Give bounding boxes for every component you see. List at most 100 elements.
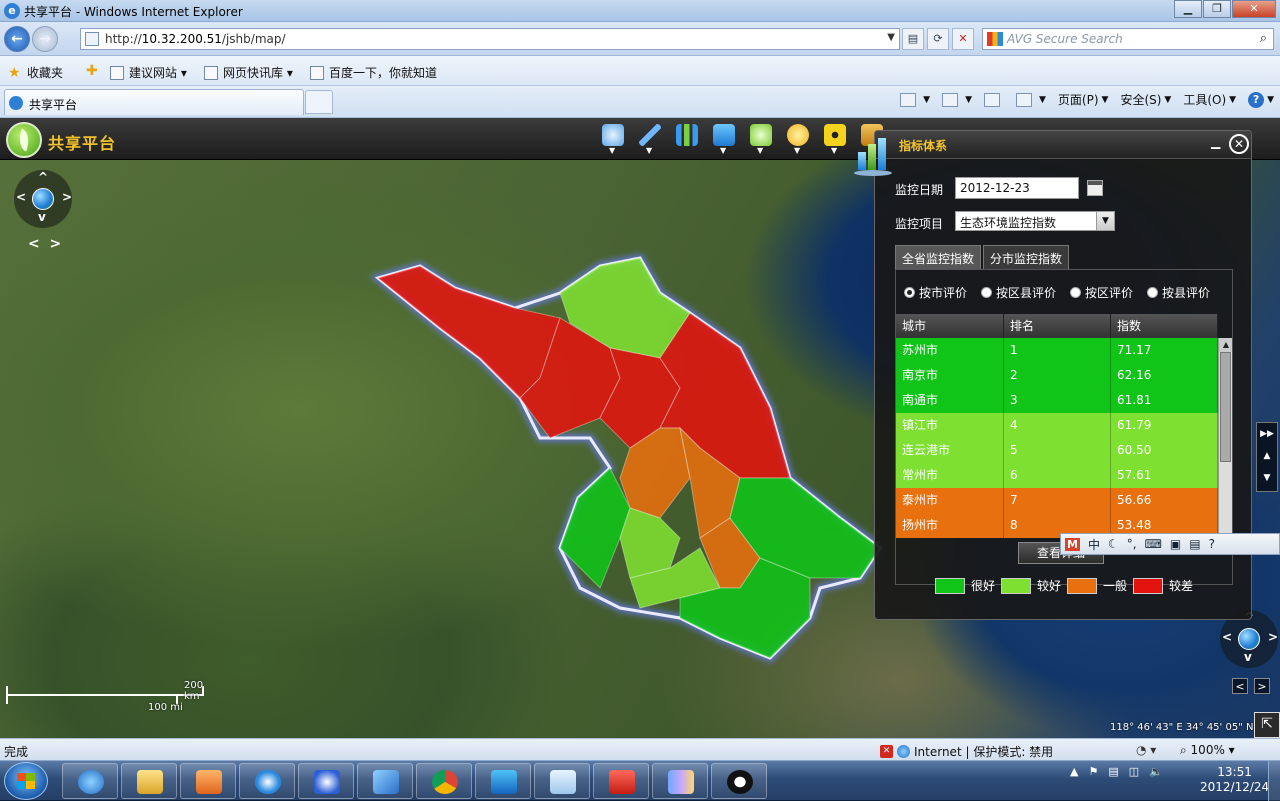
taskbar-explorer[interactable]: [121, 763, 177, 799]
date-input[interactable]: 2012-12-23: [955, 177, 1079, 199]
ime-language[interactable]: 中: [1088, 536, 1100, 553]
plane-tool[interactable]: ▼: [742, 122, 779, 156]
item-select[interactable]: 生态环境监控指数 ▼: [955, 211, 1115, 231]
show-desktop-button[interactable]: [1268, 761, 1280, 801]
action-center-icon[interactable]: ◫: [1129, 765, 1139, 778]
pan-left-icon[interactable]: <: [16, 190, 26, 204]
maximize-button[interactable]: ❐: [1203, 0, 1231, 18]
table-row[interactable]: 镇江市 4 61.79: [896, 413, 1218, 438]
mail-button[interactable]: [983, 92, 1004, 107]
tab-city-index[interactable]: 分市监控指数: [983, 245, 1070, 269]
panel-minimize-button[interactable]: ▁: [1211, 135, 1220, 149]
fav-item-webslice[interactable]: 网页快讯库 ▾: [204, 64, 293, 81]
feeds-button[interactable]: ▼: [942, 92, 972, 107]
minimize-button[interactable]: ▁: [1174, 0, 1202, 18]
radiation-tool[interactable]: ▼: [816, 122, 853, 156]
radio-by-city[interactable]: 按市评价: [904, 284, 967, 301]
fav-item-baidu[interactable]: 百度一下，你就知道: [310, 64, 437, 81]
zoom-level[interactable]: ⌕ 100% ▾: [1180, 743, 1235, 758]
home-button[interactable]: ▼: [900, 92, 930, 107]
network-icon[interactable]: ▤: [1108, 765, 1118, 778]
pan-right-icon[interactable]: >: [62, 190, 72, 204]
tools-icon[interactable]: ▤: [1189, 537, 1200, 551]
search-icon[interactable]: ⌕: [1260, 31, 1267, 46]
print-button[interactable]: ▼: [1015, 92, 1046, 107]
panel-header[interactable]: 指标体系 ▁ ✕: [875, 131, 1251, 159]
report-tool[interactable]: ▼: [705, 122, 742, 156]
volume-icon[interactable]: 🔈: [1149, 765, 1163, 778]
address-bar[interactable]: http://10.32.200.51/jshb/map/ ▼: [80, 28, 900, 50]
col-index[interactable]: 指数: [1111, 314, 1218, 338]
help-icon[interactable]: ?: [1209, 537, 1215, 551]
pan-left-icon[interactable]: <: [1222, 630, 1232, 644]
forward-button[interactable]: →: [32, 26, 58, 52]
help-button[interactable]: ? ▼: [1248, 91, 1274, 108]
globe-icon[interactable]: [1238, 628, 1260, 650]
compat-view-icon[interactable]: ▤: [902, 28, 924, 50]
pan-right-icon[interactable]: >: [1268, 630, 1278, 644]
taskbar-wps[interactable]: [475, 763, 531, 799]
pan-up-icon[interactable]: ^: [38, 170, 48, 184]
security-zone[interactable]: ✕ Internet | 保护模式: 禁用: [880, 743, 1053, 760]
clock[interactable]: 13:51 2012/12/24: [1200, 765, 1269, 795]
tools-menu[interactable]: 工具(O) ▼: [1183, 91, 1236, 108]
tray-expand-icon[interactable]: ▲: [1070, 765, 1078, 778]
add-favorite-button[interactable]: ✚: [86, 64, 105, 78]
panel-close-button[interactable]: ✕: [1229, 134, 1249, 154]
col-city[interactable]: 城市: [896, 314, 1004, 338]
taskbar-qq[interactable]: [711, 763, 767, 799]
close-window-button[interactable]: ✕: [1232, 0, 1276, 18]
taskbar-notes[interactable]: [534, 763, 590, 799]
punct-icon[interactable]: °,: [1127, 537, 1137, 551]
chart-tool[interactable]: [668, 122, 705, 156]
taskbar-chrome[interactable]: [416, 763, 472, 799]
table-row[interactable]: 泰州市 7 56.66: [896, 488, 1218, 513]
collapse-corner-button[interactable]: ⇱: [1254, 712, 1280, 738]
zoom-options-icon[interactable]: ◔ ▾: [1136, 743, 1156, 757]
arrow-up-icon[interactable]: ▲: [1257, 445, 1277, 467]
search-box[interactable]: AVG Secure Search ⌕: [982, 28, 1274, 50]
rotate-left-icon[interactable]: <: [1232, 678, 1248, 694]
taskbar-ie[interactable]: [62, 763, 118, 799]
taskbar-feiq[interactable]: [357, 763, 413, 799]
start-button[interactable]: [4, 762, 48, 800]
taskbar-sogou[interactable]: [239, 763, 295, 799]
favorites-button[interactable]: ★ 收藏夹: [8, 64, 63, 81]
taskbar-media-player[interactable]: [180, 763, 236, 799]
rotate-controls[interactable]: < >: [28, 236, 61, 252]
fav-item-suggested[interactable]: 建议网站 ▾: [110, 64, 187, 81]
table-scrollbar[interactable]: ▲ ▼: [1218, 338, 1232, 548]
table-row[interactable]: 苏州市 1 71.17: [896, 338, 1218, 363]
map-navigator[interactable]: ^ < > v: [14, 170, 72, 228]
address-dropdown-icon[interactable]: ▼: [887, 32, 895, 43]
scroll-up-icon[interactable]: ▲: [1219, 338, 1232, 352]
arrow-down-icon[interactable]: ▼: [1257, 467, 1277, 489]
calendar-icon[interactable]: [1087, 180, 1103, 196]
radio-by-district-county[interactable]: 按区县评价: [981, 284, 1056, 301]
taskbar-archive[interactable]: [652, 763, 708, 799]
region-nanjing[interactable]: [559, 467, 631, 589]
new-tab-button[interactable]: [305, 90, 333, 114]
scroll-thumb[interactable]: [1220, 352, 1231, 462]
table-row[interactable]: 连云港市 5 60.50: [896, 438, 1218, 463]
ime-logo-icon[interactable]: M: [1065, 537, 1080, 551]
stop-icon[interactable]: ✕: [952, 28, 974, 50]
table-row[interactable]: 常州市 6 57.61: [896, 463, 1218, 488]
weather-tool[interactable]: ▼: [779, 122, 816, 156]
pan-down-icon[interactable]: v: [38, 210, 46, 224]
flag-icon[interactable]: ⚑: [1088, 765, 1098, 778]
col-rank[interactable]: 排名: [1004, 314, 1111, 338]
radio-by-district[interactable]: 按区评价: [1070, 284, 1133, 301]
moon-icon[interactable]: ☾: [1108, 537, 1119, 551]
rotate-right-icon[interactable]: >: [1254, 678, 1270, 694]
taskbar-pdf[interactable]: [593, 763, 649, 799]
radio-by-county[interactable]: 按县评价: [1147, 284, 1210, 301]
taskbar-baidu[interactable]: [298, 763, 354, 799]
refresh-icon[interactable]: ⟳: [927, 28, 949, 50]
pen-tool[interactable]: ▼: [631, 122, 668, 156]
expand-right-icon[interactable]: ▶▶: [1257, 423, 1277, 445]
umbrella-tool[interactable]: ▼: [594, 122, 631, 156]
pan-down-icon[interactable]: v: [1244, 650, 1252, 664]
page-menu[interactable]: 页面(P) ▼: [1058, 91, 1109, 108]
back-button[interactable]: ←: [4, 26, 30, 52]
